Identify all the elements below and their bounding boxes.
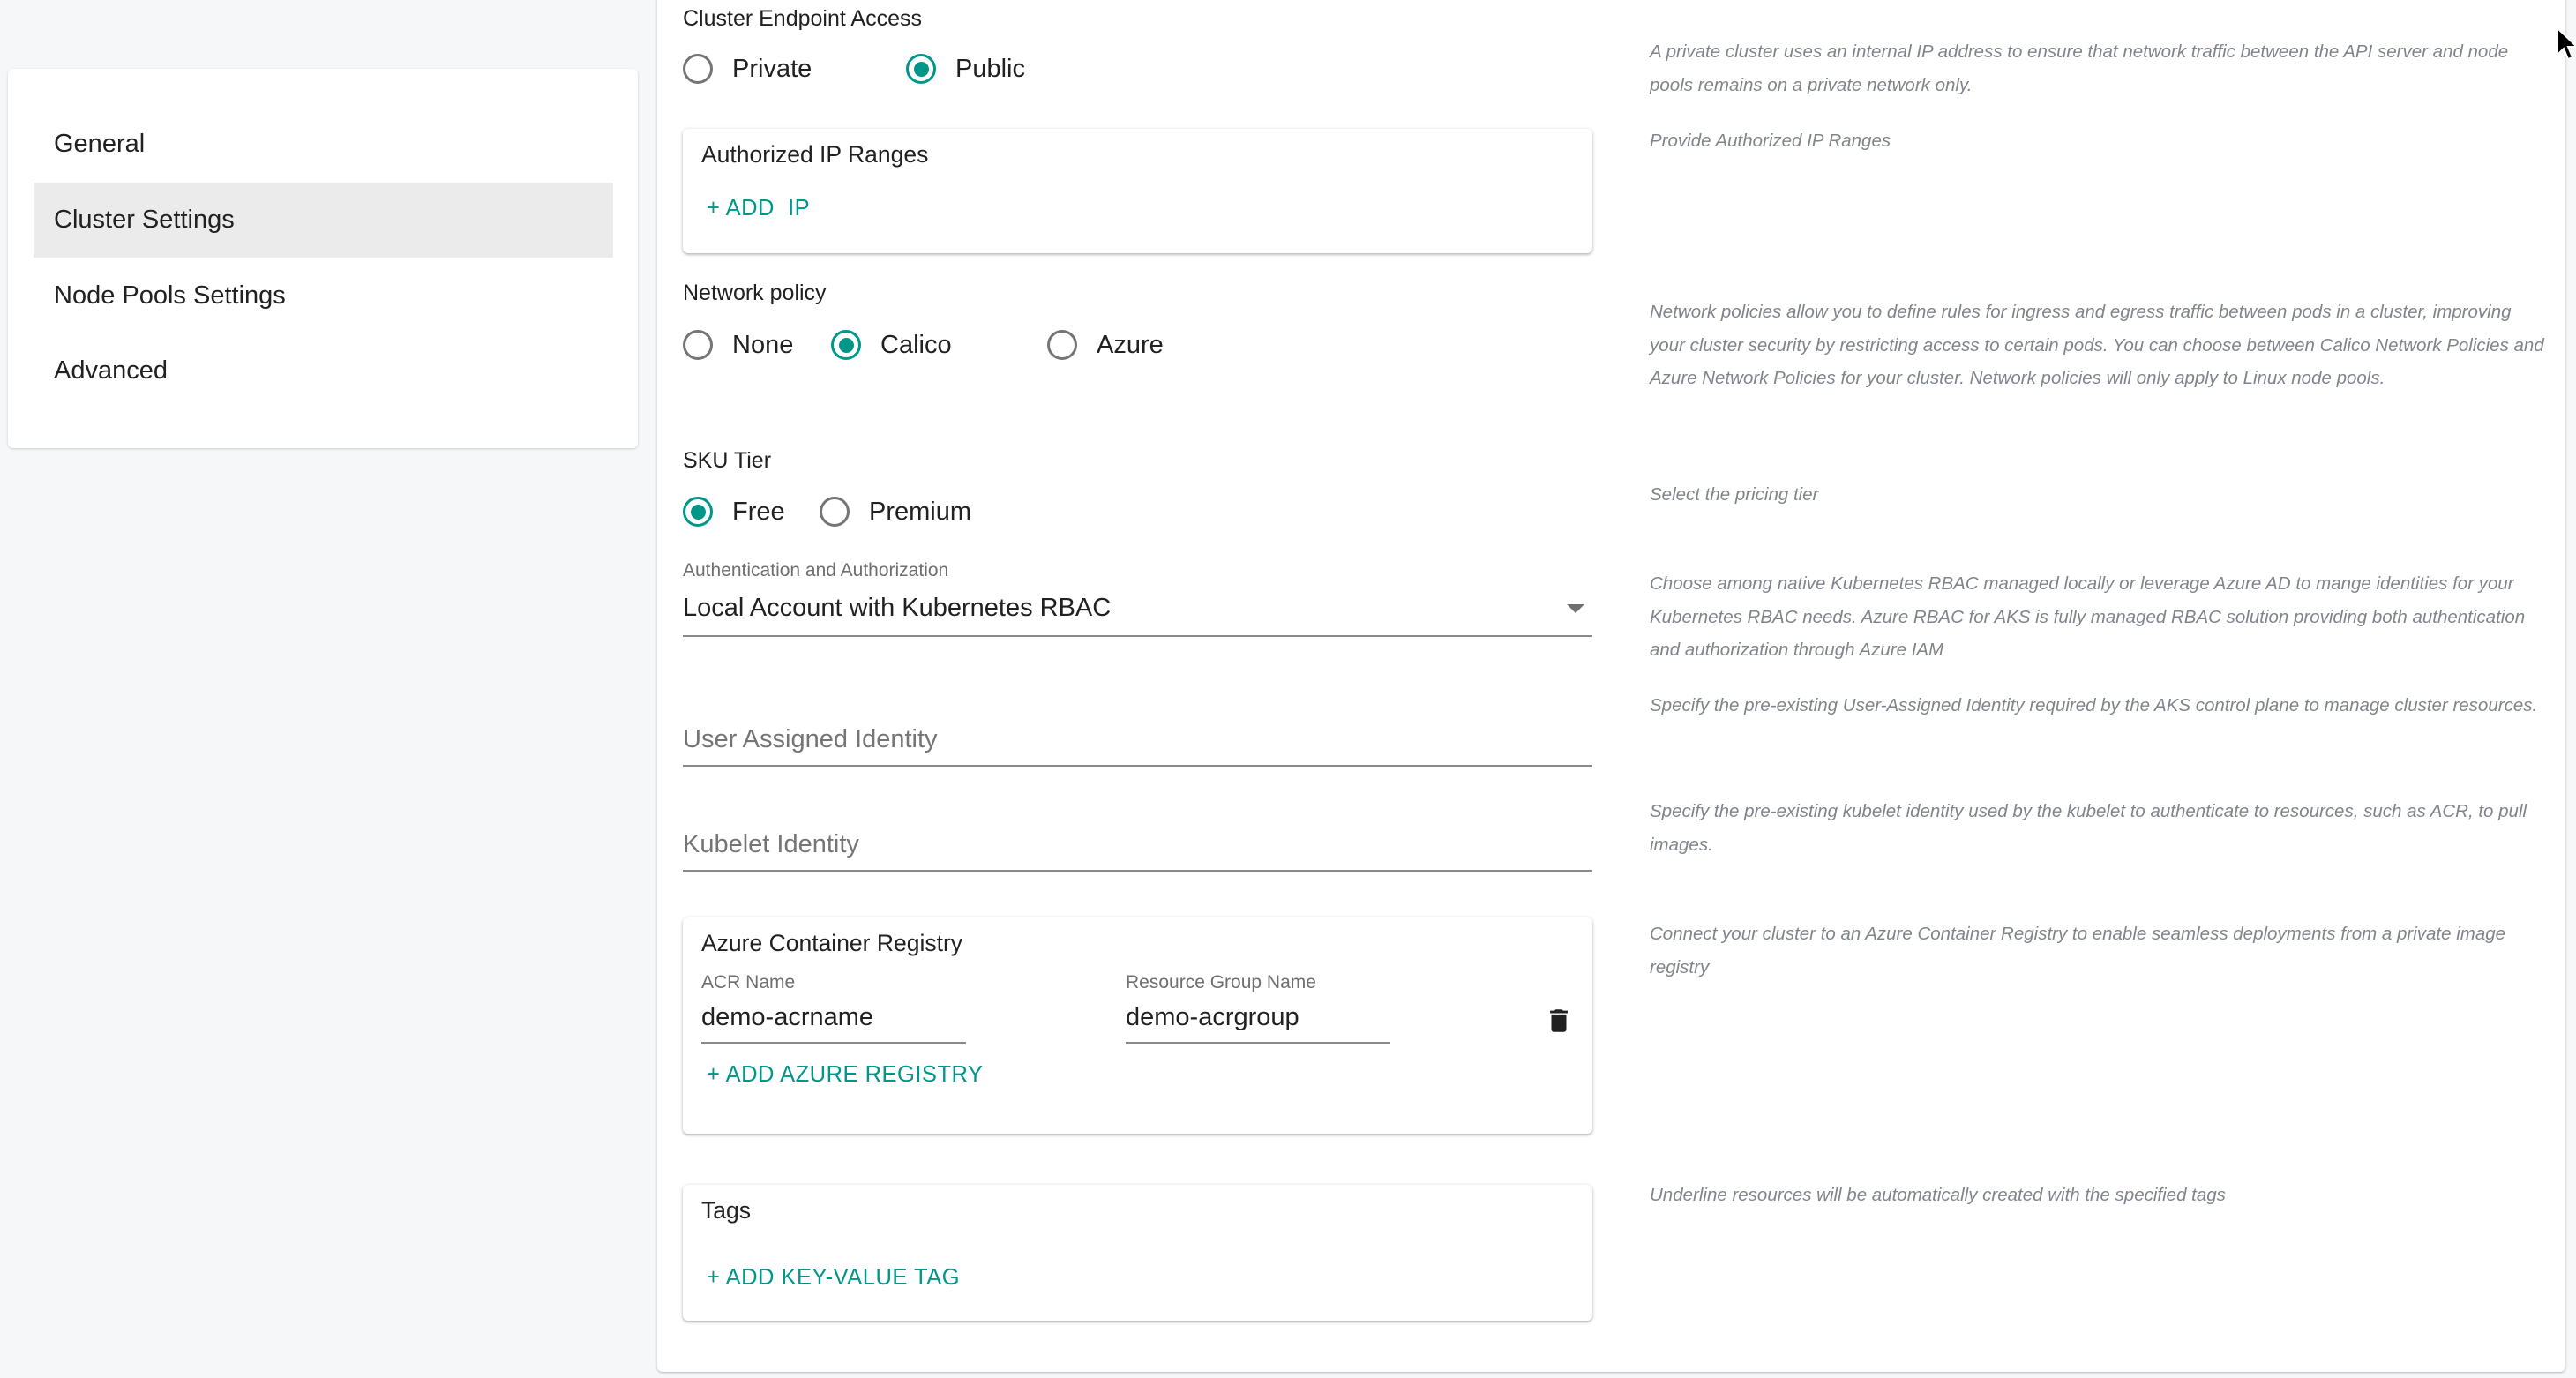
auth-select-label: Authentication and Authorization: [683, 560, 949, 580]
network-policy-label: Network policy: [683, 281, 827, 305]
settings-nav-panel: General Cluster Settings Node Pools Sett…: [8, 69, 638, 448]
auth-select[interactable]: Authentication and Authorization Local A…: [683, 560, 1592, 637]
acr-name-field[interactable]: ACR Name demo-acrname: [701, 972, 966, 1044]
auth-select-value: Local Account with Kubernetes RBAC: [683, 594, 1112, 622]
radio-private[interactable]: Private: [683, 51, 812, 86]
acr-title: Azure Container Registry: [701, 930, 963, 956]
tags-title: Tags: [701, 1197, 751, 1224]
tags-description: Underline resources will be automaticall…: [1650, 1185, 2226, 1205]
resource-group-name-field[interactable]: Resource Group Name demo-acrgroup: [1126, 972, 1390, 1044]
radio-unchecked-icon: [683, 330, 713, 360]
radio-unchecked-icon: [1047, 330, 1077, 360]
user-assigned-identity-placeholder: User Assigned Identity: [683, 725, 938, 753]
add-key-value-tag-button[interactable]: + ADD KEY-VALUE TAG: [707, 1265, 960, 1291]
authorized-ip-ranges-title: Authorized IP Ranges: [701, 141, 929, 168]
user-assigned-identity-description: Specify the pre-existing User-Assigned I…: [1650, 695, 2538, 715]
add-ip-button[interactable]: + ADD IP: [707, 196, 810, 221]
user-assigned-identity-field[interactable]: User Assigned Identity: [683, 706, 1592, 767]
nav-item-label: Advanced: [54, 356, 168, 385]
endpoint-access-label: Cluster Endpoint Access: [683, 6, 922, 31]
auth-description: Choose among native Kubernetes RBAC mana…: [1650, 573, 2526, 660]
mouse-cursor-icon: [2557, 26, 2576, 61]
radio-public[interactable]: Public: [906, 51, 1025, 86]
nav-item-label: Node Pools Settings: [54, 281, 286, 310]
azure-container-registry-card: Azure Container Registry ACR Name demo-a…: [683, 917, 1592, 1134]
radio-unchecked-icon: [683, 54, 713, 84]
acr-name-label: ACR Name: [701, 972, 796, 992]
nav-item-node-pools-settings[interactable]: Node Pools Settings: [34, 258, 613, 333]
endpoint-access-radio-group: Private Public: [683, 51, 1212, 86]
cluster-settings-card: Cluster Endpoint Access Private Public A…: [657, 0, 2565, 1372]
dropdown-arrow-icon: [1567, 604, 1584, 613]
authorized-ip-ranges-card: Authorized IP Ranges + ADD IP: [683, 129, 1592, 253]
endpoint-access-description: A private cluster uses an internal IP ad…: [1650, 41, 2509, 95]
nav-item-cluster-settings[interactable]: Cluster Settings: [34, 183, 613, 258]
nav-item-label: Cluster Settings: [54, 206, 235, 234]
nav-item-label: General: [54, 130, 146, 158]
acr-description: Connect your cluster to an Azure Contain…: [1650, 924, 2506, 977]
sku-tier-label: SKU Tier: [683, 448, 772, 473]
radio-unchecked-icon: [820, 497, 850, 527]
kubelet-identity-field[interactable]: Kubelet Identity: [683, 812, 1592, 872]
radio-free[interactable]: Free: [683, 494, 785, 529]
sku-tier-description: Select the pricing tier: [1650, 484, 1819, 505]
radio-checked-icon: [683, 497, 713, 527]
resource-group-name-label: Resource Group Name: [1126, 972, 1316, 992]
radio-checked-icon: [831, 330, 861, 360]
kubelet-identity-placeholder: Kubelet Identity: [683, 830, 859, 858]
network-policy-radio-group: None Calico Azure: [683, 327, 1212, 363]
radio-premium[interactable]: Premium: [820, 494, 971, 529]
radio-calico[interactable]: Calico: [831, 327, 952, 363]
radio-none[interactable]: None: [683, 327, 793, 363]
resource-group-name-value: demo-acrgroup: [1126, 1003, 1299, 1031]
nav-item-general[interactable]: General: [34, 107, 613, 182]
kubelet-identity-description: Specify the pre-existing kubelet identit…: [1650, 801, 2527, 855]
authorized-ip-description: Provide Authorized IP Ranges: [1650, 131, 1891, 151]
add-azure-registry-button[interactable]: + ADD AZURE REGISTRY: [707, 1062, 984, 1088]
trash-icon[interactable]: [1544, 1002, 1574, 1039]
radio-azure[interactable]: Azure: [1047, 327, 1164, 363]
network-policy-description: Network policies allow you to define rul…: [1650, 302, 2544, 388]
tags-card: Tags + ADD KEY-VALUE TAG: [683, 1185, 1592, 1321]
sku-tier-radio-group: Free Premium: [683, 494, 1212, 529]
nav-item-advanced[interactable]: Advanced: [34, 333, 613, 408]
acr-name-value: demo-acrname: [701, 1003, 874, 1031]
radio-checked-icon: [906, 54, 936, 84]
